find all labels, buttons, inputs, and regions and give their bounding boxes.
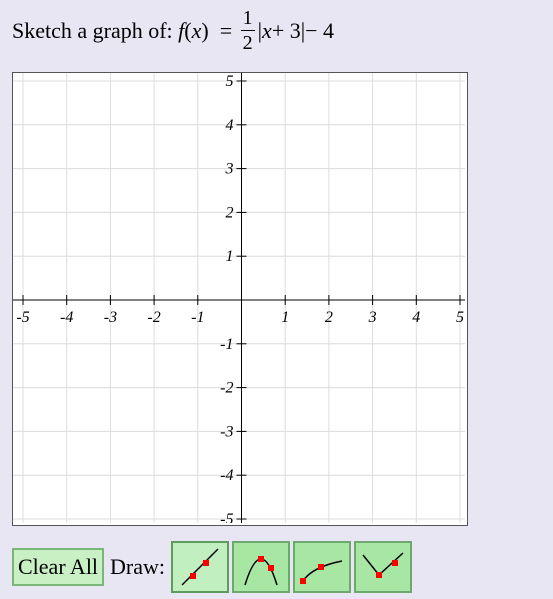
parabola-icon	[244, 556, 278, 586]
x-tick-label: -2	[147, 309, 160, 326]
draw-label: Draw:	[110, 554, 166, 579]
y-tick-label: -2	[220, 380, 233, 397]
question-prompt: Sketch a graph of: f(x) = 1 2 | x + 3 | − …	[12, 8, 334, 53]
absolute-value-tool[interactable]	[354, 541, 413, 593]
abs-rest: + 3	[271, 17, 301, 43]
clear-all-button[interactable]: Clear All	[12, 548, 105, 586]
x-tick-label: -3	[104, 309, 117, 326]
function-name: f	[178, 17, 185, 43]
x-tick-label: 2	[325, 309, 333, 326]
y-tick-label: 1	[226, 248, 234, 265]
x-tick-label: 5	[456, 309, 464, 326]
fraction-numerator: 1	[240, 7, 255, 31]
graph-svg[interactable]: -5 -4 -3 -2 -1 1 2 3 4 5 5 4 3 2 1 -1 -2 -3 -4 -5	[13, 73, 465, 523]
x-tick-label: -4	[60, 309, 73, 326]
x-tick-label: -1	[191, 309, 204, 326]
parabola-tool[interactable]	[232, 541, 291, 593]
abs-var: x	[262, 17, 272, 43]
toolbar: Clear All Draw:	[12, 541, 415, 593]
x-tick-label: 4	[412, 309, 420, 326]
x-tick-label: -5	[16, 309, 29, 326]
sqrt-tool[interactable]	[293, 541, 352, 593]
function-var: x	[191, 17, 202, 43]
y-tick-label: 3	[225, 161, 234, 178]
y-tick-label: 2	[226, 204, 234, 221]
equals-sign: =	[219, 17, 233, 43]
y-tick-label: 5	[226, 73, 234, 90]
y-tick-label: -3	[220, 423, 233, 440]
graph-canvas[interactable]: -5 -4 -3 -2 -1 1 2 3 4 5 5 4 3 2 1 -1 -2 -3 -4 -5	[12, 72, 468, 526]
y-tick-label: -5	[220, 511, 233, 523]
line-icon	[181, 548, 219, 586]
sqrt-curve-icon	[300, 560, 343, 584]
fraction-denominator: 2	[242, 32, 253, 54]
x-tick-label: 3	[368, 309, 377, 326]
y-tick-label: -1	[220, 336, 233, 353]
prompt-text: Sketch a graph of:	[12, 17, 173, 43]
line-tool[interactable]	[171, 541, 230, 593]
fraction: 1 2	[240, 7, 255, 54]
y-tick-label: 4	[226, 117, 234, 134]
expression-tail: − 4	[305, 17, 335, 43]
x-tick-label: 1	[281, 309, 289, 326]
function-expression: f(x) = 1 2 | x + 3 | − 4	[178, 7, 335, 54]
y-tick-label: -4	[220, 467, 233, 484]
absolute-value-icon	[362, 552, 404, 578]
